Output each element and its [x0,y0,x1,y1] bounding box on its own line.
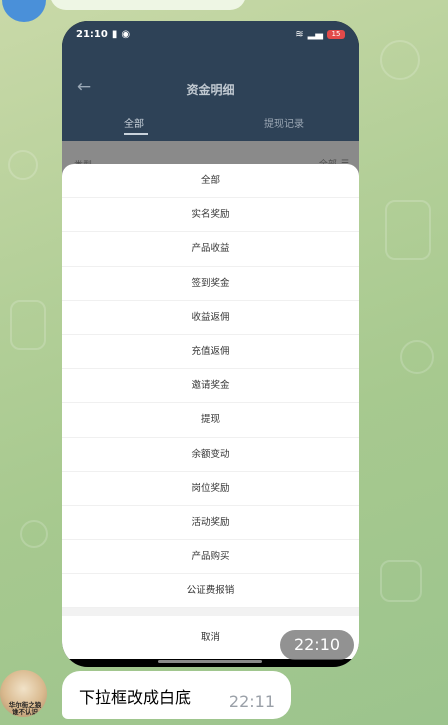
bg-doodle [380,560,422,602]
option-realname-reward[interactable]: 实名奖励 [62,198,359,233]
message-text: 下拉框改成白底 [79,688,192,707]
option-product-income[interactable]: 产品收益 [62,232,359,267]
option-invite-bonus[interactable]: 邀请奖金 [62,369,359,404]
top-message-bubble[interactable] [50,0,246,10]
option-product-purchase[interactable]: 产品购买 [62,540,359,575]
option-all[interactable]: 全部 [62,164,359,199]
option-checkin-bonus[interactable]: 签到奖金 [62,267,359,301]
battery-icon: 15 [327,29,345,39]
status-time: 21:10 [76,28,108,40]
bg-doodle [385,200,431,260]
message-time: 22:11 [228,692,275,711]
bg-doodle [10,300,46,350]
option-income-rebate[interactable]: 收益返佣 [62,301,359,335]
wifi-icon: ≋ [295,28,304,40]
image-timestamp: 22:10 [280,630,354,660]
bg-doodle [8,150,38,180]
avatar-caption: 华尔街之狼 谁不认识 [8,701,42,716]
bg-doodle [400,340,434,374]
message-bubble[interactable]: 下拉框改成白底 22:11 [62,671,291,719]
avatar[interactable]: 华尔街之狼 谁不认识 [0,670,47,717]
bg-doodle [20,520,48,548]
option-balance-change[interactable]: 余额变动 [62,438,359,472]
app-icon: ◉ [121,28,131,40]
status-bar: 21:10 ▮ ◉ ≋ ▂▄ 15 [62,21,359,47]
action-sheet: 全部 实名奖励 产品收益 签到奖金 收益返佣 充值返佣 邀请奖金 提现 余额变动… [62,164,359,663]
option-notary-reimbursement[interactable]: 公证费报销 [62,574,359,609]
option-activity-reward[interactable]: 活动奖励 [62,506,359,541]
option-withdraw[interactable]: 提现 [62,403,359,438]
signal-icon: ▂▄ [307,28,323,40]
notification-icon: ▮ [111,28,118,40]
page-title: 资金明细 [186,83,235,97]
tab-all[interactable]: 全部 [124,115,144,130]
tab-active-indicator [124,133,148,135]
tab-withdraw-records[interactable]: 提现记录 [264,115,304,130]
bg-doodle [380,40,420,80]
top-avatar[interactable] [2,0,46,22]
option-position-reward[interactable]: 岗位奖励 [62,472,359,506]
home-indicator[interactable] [158,660,262,663]
option-recharge-rebate[interactable]: 充值返佣 [62,335,359,370]
screenshot-image[interactable]: 21:10 ▮ ◉ ≋ ▂▄ 15 ← 资金明细 全部 提现记录 类型 全部 ☰… [62,21,359,667]
app-header: ← 资金明细 全部 提现记录 [62,47,359,141]
sheet-divider [62,608,359,617]
